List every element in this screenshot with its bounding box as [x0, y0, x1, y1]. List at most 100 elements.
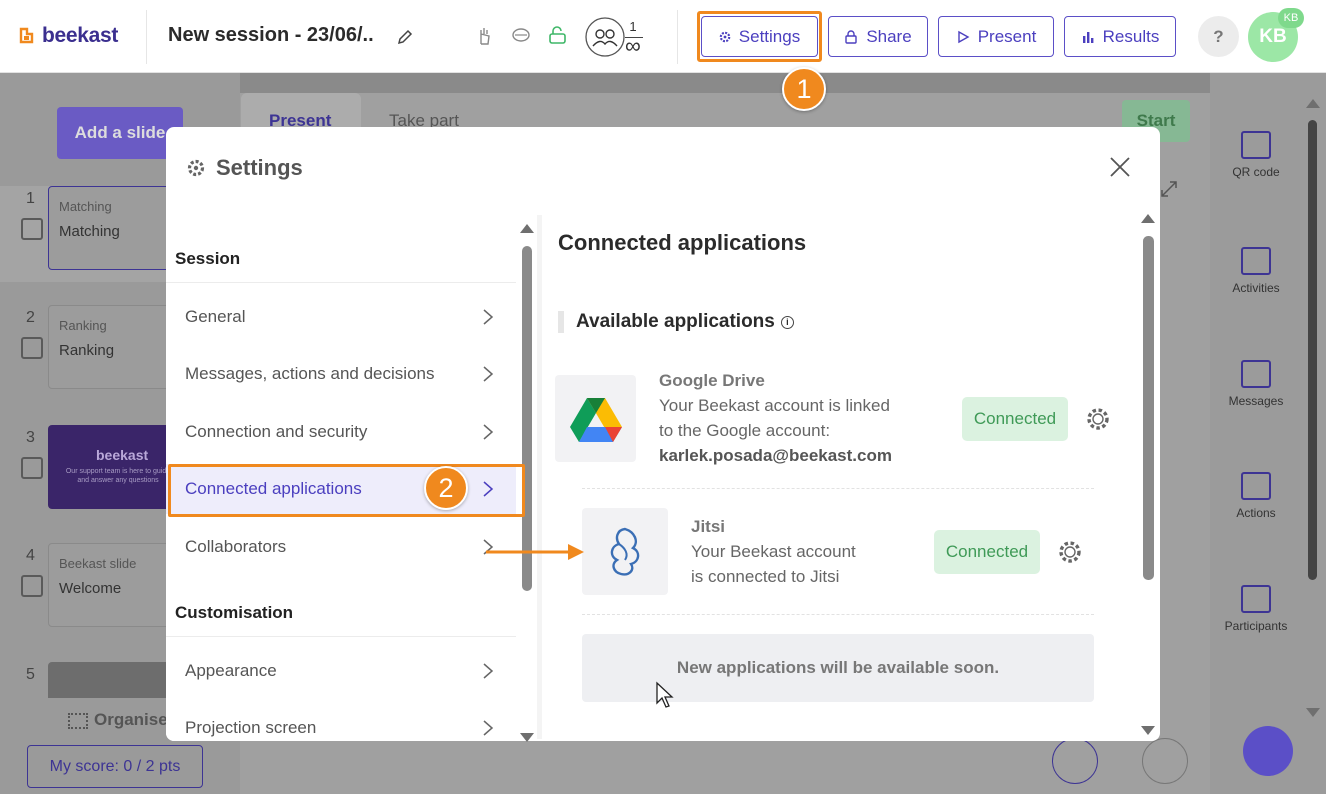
section-accent-bar [558, 311, 564, 333]
actions-button[interactable]: Actions [1214, 472, 1298, 520]
available-applications-label: Available applications [576, 311, 775, 332]
trophy-button[interactable] [1142, 738, 1188, 784]
close-icon[interactable] [1106, 153, 1134, 181]
step-badge-2: 2 [424, 466, 468, 510]
activities-icon [1241, 247, 1271, 275]
chevron-right-icon [483, 309, 494, 325]
settings-highlight [697, 11, 822, 62]
panel-title: Connected applications [558, 230, 807, 255]
scroll-down-arrow[interactable] [1306, 708, 1320, 717]
organise-button[interactable]: Organise [68, 710, 168, 730]
grid-icon [68, 712, 88, 729]
modal-header: Settings [186, 155, 303, 181]
jitsi-icon [610, 527, 640, 576]
page-scrollbar[interactable] [1308, 120, 1317, 580]
participants-panel-icon [1241, 585, 1271, 613]
divider [146, 10, 147, 64]
slide-title: Welcome [59, 580, 122, 597]
nav-scrollbar[interactable] [522, 246, 532, 591]
google-drive-logo [555, 375, 636, 462]
nav-separator [166, 636, 516, 637]
content-scroll-up-arrow[interactable] [1141, 214, 1155, 223]
participants-counter[interactable]: 1 ∞ [585, 17, 661, 58]
share-button[interactable]: Share [828, 16, 928, 57]
lock-icon [845, 29, 858, 44]
chevron-right-icon [483, 366, 494, 382]
slide-number: 3 [26, 429, 35, 446]
gear-icon[interactable] [1056, 538, 1084, 566]
results-button[interactable]: Results [1064, 16, 1176, 57]
app-desc-line: to the Google account: [659, 421, 831, 440]
results-label: Results [1102, 26, 1160, 46]
nav-scroll-down-arrow[interactable] [520, 733, 534, 742]
ranking-icon [21, 337, 43, 359]
beekast-logo[interactable]: beekast [18, 24, 118, 48]
participants-button[interactable]: Participants [1214, 585, 1298, 633]
session-title[interactable]: New session - 23/06/... [168, 24, 374, 47]
messages-button[interactable]: Messages [1214, 360, 1298, 408]
qr-code-label: QR code [1232, 165, 1280, 179]
organise-label: Organise [94, 710, 168, 729]
nav-item-messages[interactable]: Messages, actions and decisions [166, 349, 516, 399]
app-description: Your Beekast account is linked to the Go… [659, 393, 892, 468]
nav-item-collaborators[interactable]: Collaborators [166, 522, 516, 572]
present-label: Present [977, 26, 1037, 46]
thumbnail-caption: Our support team is here to guide and an… [65, 468, 171, 484]
gear-icon[interactable] [1084, 405, 1112, 433]
help-button[interactable]: ? [1198, 16, 1239, 57]
list-button[interactable] [1052, 738, 1098, 784]
slide-title: Matching [59, 223, 120, 240]
nav-item-label: Appearance [185, 661, 277, 680]
chevron-right-icon [483, 720, 494, 736]
nav-item-projection-screen[interactable]: Projection screen [166, 703, 516, 741]
nav-item-label: Collaborators [185, 537, 287, 556]
raise-hand-icon[interactable] [477, 26, 491, 46]
nav-heading-session: Session [175, 249, 241, 268]
top-bar: beekast New session - 23/06/... 1 ∞ Sett… [0, 0, 1326, 73]
app-description: Your Beekast account is connected to Jit… [691, 539, 856, 589]
step-badge-1: 1 [782, 67, 826, 111]
connected-applications-highlight [168, 464, 525, 517]
reactions-icon[interactable] [511, 26, 531, 44]
content-scroll-down-arrow[interactable] [1141, 726, 1155, 735]
participants-icon [585, 17, 625, 57]
scroll-up-arrow[interactable] [1306, 99, 1320, 108]
score-button[interactable]: My score: 0 / 2 pts [27, 745, 203, 788]
slide-number: 4 [26, 547, 35, 564]
edit-pencil-icon[interactable] [396, 28, 414, 46]
add-slide-button[interactable]: Add a slide [57, 107, 183, 159]
app-separator [582, 614, 1094, 615]
app-desc-line: is connected to Jitsi [691, 567, 840, 586]
activities-button[interactable]: Activities [1214, 247, 1298, 295]
google-drive-icon [569, 397, 622, 442]
connected-badge: Connected [962, 397, 1068, 441]
chevron-right-icon [483, 663, 494, 679]
unlocked-icon[interactable] [548, 26, 568, 44]
app-desc-line: Your Beekast account is linked [659, 396, 890, 415]
slide-number: 2 [26, 309, 35, 326]
app-separator [582, 488, 1094, 489]
pointer-arrow-icon [486, 544, 584, 560]
slide-number: 5 [26, 666, 35, 683]
logo-text: beekast [42, 24, 119, 47]
nav-item-appearance[interactable]: Appearance [166, 646, 516, 696]
nav-item-general[interactable]: General [166, 292, 516, 342]
content-scrollbar[interactable] [1143, 236, 1154, 580]
messages-label: Messages [1228, 394, 1284, 408]
present-button[interactable]: Present [938, 16, 1054, 57]
nav-scroll-up-arrow[interactable] [520, 224, 534, 233]
panel-divider [537, 215, 542, 739]
slide-number: 1 [26, 190, 35, 207]
text-slide-icon [21, 575, 43, 597]
info-icon[interactable]: i [780, 315, 794, 329]
linked-email: karlek.posada@beekast.com [659, 446, 892, 465]
expand-icon[interactable] [1160, 180, 1178, 198]
qr-code-button[interactable]: QR code [1214, 131, 1298, 179]
app-desc-line: Your Beekast account [691, 542, 856, 561]
modal-title: Settings [216, 155, 303, 180]
support-chat-button[interactable] [1243, 726, 1293, 776]
nav-item-connection-security[interactable]: Connection and security [166, 407, 516, 457]
actions-icon [1241, 472, 1271, 500]
app-name: Google Drive [659, 371, 765, 390]
actions-label: Actions [1236, 506, 1276, 520]
